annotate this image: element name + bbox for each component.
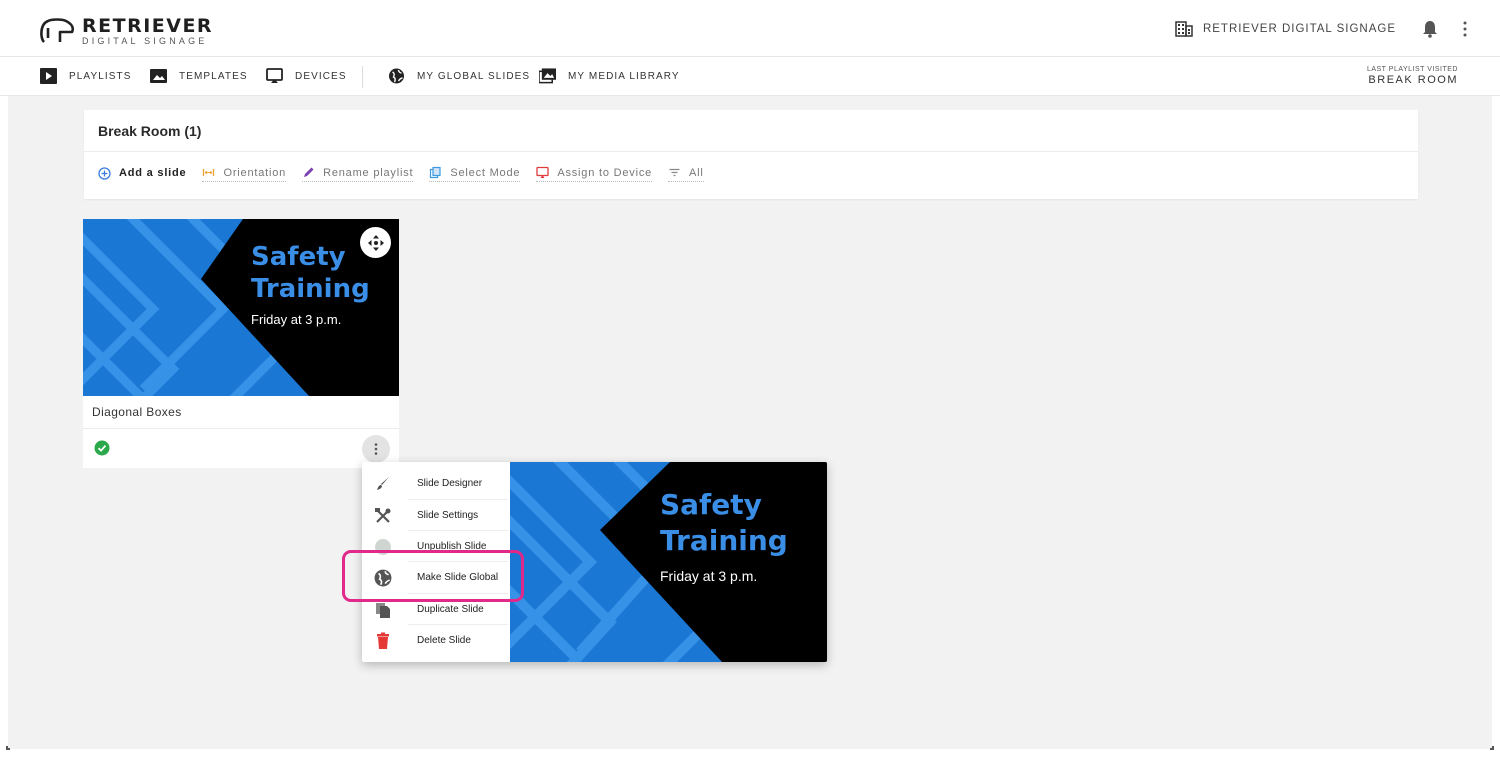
preview-heading-line1: Safety — [660, 488, 762, 521]
slide-subtext: Friday at 3 p.m. — [251, 312, 341, 327]
playlist-toolbar: Add a slide Orientation Rename playlist … — [98, 166, 720, 182]
slide-card-divider — [83, 428, 399, 429]
slide-heading-line1: Safety — [251, 242, 346, 272]
window-corner-left — [6, 746, 10, 750]
menu-item-slide-designer[interactable]: Slide Designer — [362, 468, 510, 499]
orientation-label: Orientation — [223, 166, 287, 179]
rename-playlist-label: Rename playlist — [323, 166, 414, 179]
filter-icon — [669, 168, 680, 177]
retriever-logo-icon — [40, 18, 75, 43]
nav-global-slides[interactable]: MY GLOBAL SLIDES — [388, 68, 530, 84]
assign-to-device-label: Assign to Device — [557, 166, 653, 179]
main-navigation: PLAYLISTS TEMPLATES DEVICES MY GLOBAL SL… — [0, 57, 1500, 96]
add-circle-icon — [98, 166, 111, 180]
select-mode-button[interactable]: Select Mode — [429, 166, 521, 182]
more-vert-icon[interactable] — [1462, 21, 1468, 37]
playlist-divider — [84, 151, 1418, 152]
brush-icon — [377, 476, 389, 490]
pencil-icon — [304, 167, 314, 177]
window-corner-right — [1490, 746, 1494, 750]
menu-item-delete-slide[interactable]: Delete Slide — [362, 625, 510, 656]
nav-devices-label: DEVICES — [295, 70, 347, 82]
copy-icon — [376, 602, 390, 618]
slide-options-button[interactable] — [362, 435, 390, 463]
playlist-title: Break Room (1) — [98, 123, 202, 139]
playlist-icon — [40, 68, 57, 84]
add-slide-button[interactable]: Add a slide — [98, 166, 187, 182]
preview-heading-line2: Training — [660, 524, 788, 557]
last-playlist-value: BREAK ROOM — [1368, 74, 1458, 86]
last-playlist-visited[interactable]: LAST PLAYLIST VISITED BREAK ROOM — [1367, 66, 1458, 86]
nav-templates[interactable]: TEMPLATES — [150, 68, 248, 84]
nav-templates-label: TEMPLATES — [179, 70, 248, 82]
move-arrows-icon — [367, 234, 384, 251]
bell-icon[interactable] — [1422, 20, 1438, 38]
nav-devices[interactable]: DEVICES — [266, 68, 347, 84]
nav-global-slides-label: MY GLOBAL SLIDES — [417, 70, 531, 82]
nav-playlists-label: PLAYLISTS — [69, 70, 132, 82]
media-library-icon — [539, 68, 556, 84]
building-icon — [1175, 21, 1193, 37]
nav-media-library-label: MY MEDIA LIBRARY — [568, 70, 680, 82]
cast-icon — [266, 68, 283, 83]
tools-icon — [375, 507, 391, 523]
orientation-icon — [203, 169, 215, 176]
nav-playlists[interactable]: PLAYLISTS — [40, 68, 132, 84]
nav-divider — [362, 66, 363, 88]
filter-all-label: All — [689, 166, 704, 179]
published-check-icon — [94, 440, 110, 456]
assign-to-device-button[interactable]: Assign to Device — [536, 166, 653, 182]
more-vert-icon — [374, 443, 378, 455]
slide-name: Diagonal Boxes — [92, 405, 182, 419]
logo-subtitle: DIGITAL SIGNAGE — [82, 35, 208, 46]
nav-media-library[interactable]: MY MEDIA LIBRARY — [539, 68, 680, 84]
playlist-header-card: Break Room (1) Add a slide Orientation R… — [84, 110, 1418, 199]
retriever-logo[interactable]: RETRIEVER DIGITAL SIGNAGE — [38, 16, 213, 46]
last-playlist-label: LAST PLAYLIST VISITED — [1366, 66, 1458, 73]
orientation-button[interactable]: Orientation — [202, 166, 287, 182]
slide-preview-graphic: Safety Training Friday at 3 p.m. — [83, 219, 399, 396]
menu-preview-graphic: Safety Training Friday at 3 p.m. — [510, 462, 827, 662]
menu-slide-preview: Safety Training Friday at 3 p.m. — [510, 462, 827, 662]
filter-all-button[interactable]: All — [668, 166, 704, 182]
menu-label-slide-designer: Slide Designer — [417, 478, 483, 489]
select-mode-label: Select Mode — [450, 166, 521, 179]
menu-label-slide-settings: Slide Settings — [417, 510, 479, 521]
image-icon — [150, 69, 167, 83]
globe-icon — [389, 68, 404, 84]
menu-label-delete-slide: Delete Slide — [417, 635, 471, 646]
slide-heading-line2: Training — [251, 274, 370, 304]
add-slide-label: Add a slide — [119, 167, 187, 179]
trash-icon — [377, 632, 389, 649]
organization-name[interactable]: RETRIEVER DIGITAL SIGNAGE — [1203, 23, 1396, 35]
cast-icon — [536, 166, 549, 178]
drag-move-button[interactable] — [360, 227, 391, 258]
preview-subtext: Friday at 3 p.m. — [660, 568, 757, 584]
top-header: RETRIEVER DIGITAL SIGNAGE RETRIEVER DIGI… — [0, 0, 1500, 57]
rename-playlist-button[interactable]: Rename playlist — [302, 166, 414, 182]
select-icon — [430, 166, 441, 179]
logo-title: RETRIEVER — [82, 14, 214, 37]
highlight-annotation — [342, 550, 524, 602]
slide-thumbnail[interactable]: Safety Training Friday at 3 p.m. — [83, 219, 399, 396]
menu-label-duplicate-slide: Duplicate Slide — [417, 604, 484, 615]
slide-card[interactable]: Safety Training Friday at 3 p.m. Diagona… — [83, 219, 399, 468]
menu-item-slide-settings[interactable]: Slide Settings — [362, 500, 510, 531]
